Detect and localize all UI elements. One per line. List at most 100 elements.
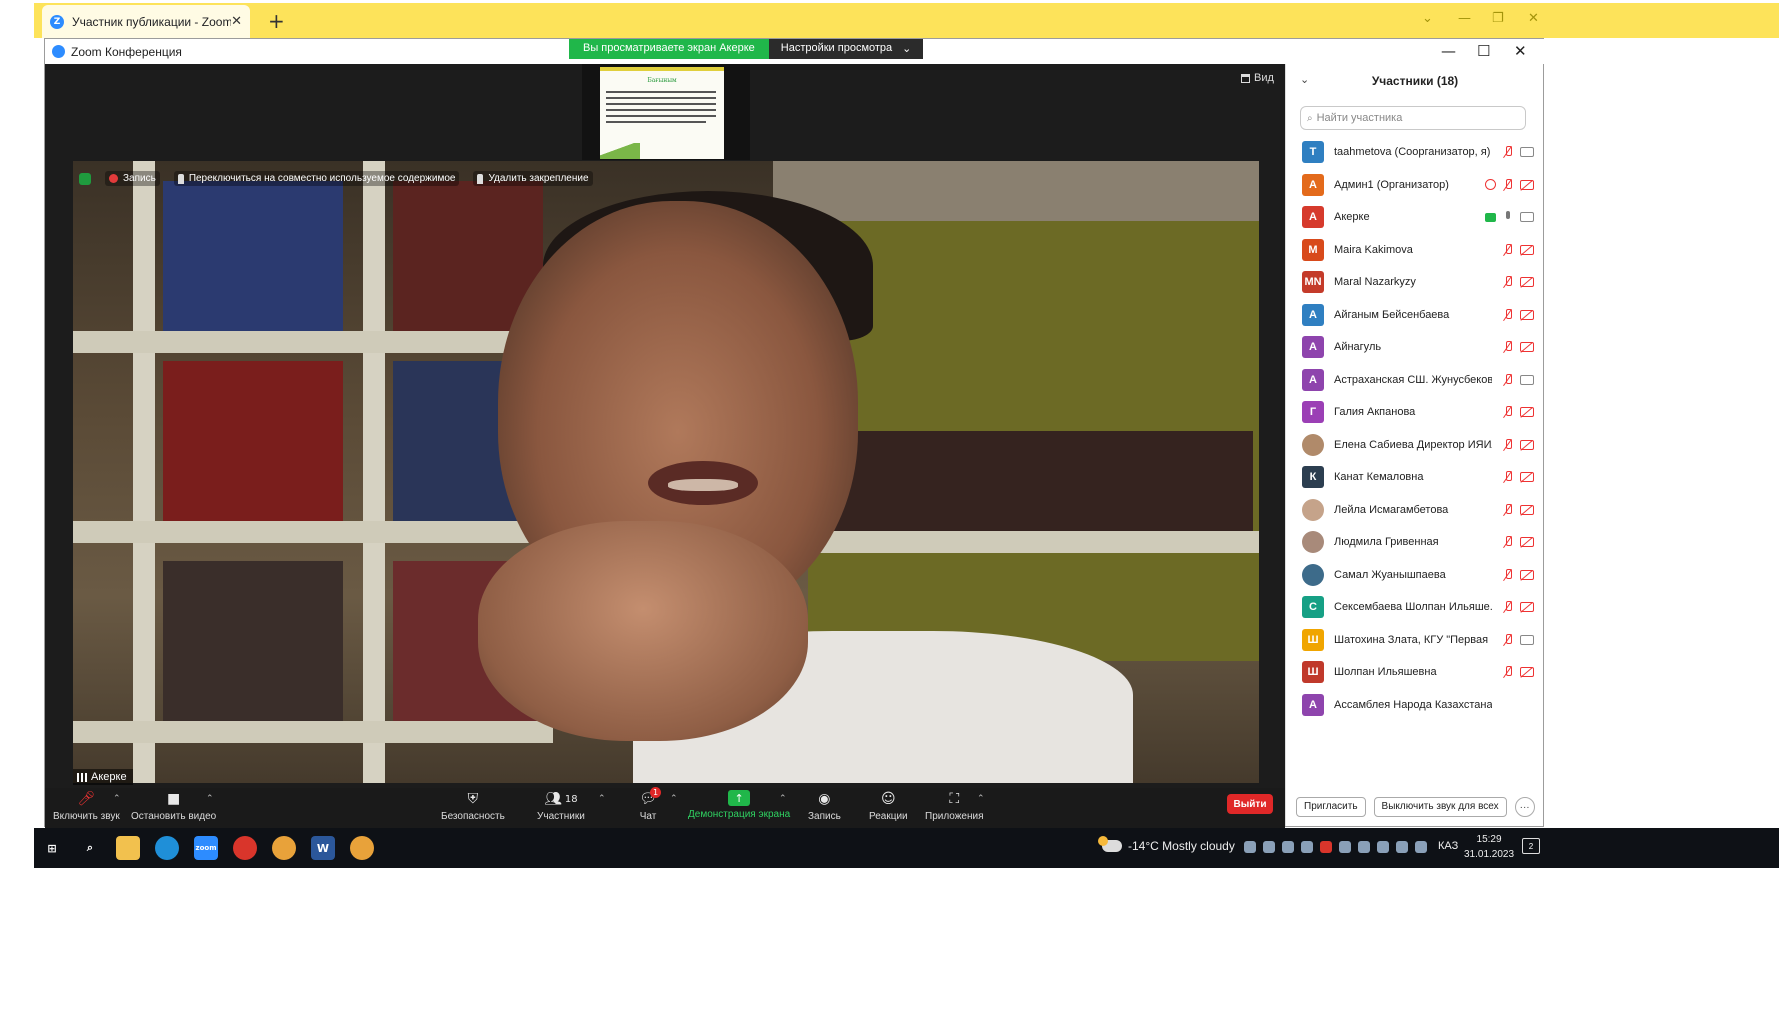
windows-start-icon[interactable]: ⊞ — [40, 836, 64, 860]
participant-row[interactable]: M Maira Kakimova — [1286, 234, 1544, 267]
tab-close-icon[interactable]: ✕ — [231, 14, 242, 29]
video-off-icon[interactable] — [1520, 277, 1534, 288]
file-explorer-icon[interactable] — [116, 836, 140, 860]
participant-row[interactable]: А Айганым Бейсенбаева — [1286, 299, 1544, 332]
tray-icon[interactable] — [1282, 841, 1294, 853]
mic-icon[interactable] — [1502, 211, 1514, 223]
audio-options-caret[interactable]: ⌃ — [113, 794, 121, 804]
mic-muted-icon[interactable] — [1502, 438, 1514, 451]
video-off-icon[interactable] — [1520, 569, 1534, 580]
mic-muted-icon[interactable] — [1502, 406, 1514, 418]
close-button[interactable]: ✕ — [1514, 42, 1527, 60]
participant-row[interactable]: Самал Жуанышпаева — [1286, 559, 1544, 592]
tray-icon[interactable] — [1244, 841, 1256, 853]
chat-button[interactable]: 💬︎ 1 Чат — [637, 787, 661, 822]
mic-muted-icon[interactable] — [1502, 341, 1514, 353]
reactions-button[interactable]: ☺ Реакции — [869, 790, 908, 822]
speaker-video[interactable]: Запись Переключиться на совместно исполь… — [73, 161, 1259, 783]
participant-row[interactable]: А Айнагуль — [1286, 331, 1544, 364]
weather-widget[interactable]: -14°C Mostly cloudy — [1098, 836, 1235, 853]
browser-restore-button[interactable]: ❐ — [1492, 11, 1504, 26]
participant-row[interactable]: А Ассамблея Народа Казахстана — [1286, 689, 1544, 722]
video-off-icon[interactable] — [1520, 342, 1534, 353]
participant-row[interactable]: А Акерке — [1286, 201, 1544, 234]
mic-muted-icon[interactable] — [1502, 308, 1514, 321]
search-icon[interactable]: ⌕ — [78, 836, 102, 860]
video-off-icon[interactable] — [1520, 537, 1534, 548]
share-screen-button[interactable]: ↑ Демонстрация экрана — [688, 790, 790, 820]
chrome-icon[interactable] — [272, 836, 296, 860]
chat-options-caret[interactable]: ⌃ — [670, 794, 678, 804]
mic-muted-icon[interactable] — [1502, 146, 1514, 158]
word-icon[interactable]: W — [311, 836, 335, 860]
video-off-icon[interactable] — [1520, 602, 1534, 613]
apps-button[interactable]: ⛶ Приложения — [925, 790, 984, 822]
tray-icon[interactable] — [1377, 841, 1389, 853]
apps-options-caret[interactable]: ⌃ — [977, 794, 985, 804]
video-off-icon[interactable] — [1520, 244, 1534, 255]
invite-button[interactable]: Пригласить — [1296, 797, 1366, 817]
participants-button[interactable]: 👥︎ 18 Участники — [537, 790, 585, 822]
zoom-app-icon[interactable]: zoom — [194, 836, 218, 860]
mic-muted-icon[interactable] — [1502, 633, 1514, 646]
mic-muted-icon[interactable] — [1502, 276, 1514, 288]
participant-row[interactable]: К Канат Кемаловна — [1286, 461, 1544, 494]
participant-search-input[interactable]: ⌕ Найти участника — [1300, 106, 1526, 130]
recording-indicator[interactable]: Запись — [105, 171, 160, 186]
video-options-caret[interactable]: ⌃ — [206, 794, 214, 804]
participants-options-caret[interactable]: ⌃ — [598, 794, 606, 804]
maximize-button[interactable]: ☐ — [1477, 42, 1490, 60]
participant-row[interactable]: А Админ1 (Организатор) — [1286, 169, 1544, 202]
view-settings-button[interactable]: Настройки просмотра ⌄ — [768, 39, 924, 59]
unmute-button[interactable]: 🎤︎ Включить звук — [53, 790, 120, 822]
mic-muted-icon[interactable] — [1502, 666, 1514, 678]
participant-row[interactable]: С Сексембаева Шолпан Ильяше... — [1286, 591, 1544, 624]
mic-muted-icon[interactable] — [1502, 243, 1514, 256]
encryption-shield-icon[interactable] — [79, 172, 91, 185]
participant-row[interactable]: А Астраханская СШ. Жунусбеков... — [1286, 364, 1544, 397]
chrome-icon-2[interactable] — [350, 836, 374, 860]
video-camera-icon[interactable] — [1520, 374, 1534, 385]
system-clock[interactable]: 15:29 31.01.2023 — [1464, 832, 1514, 862]
video-off-icon[interactable] — [1520, 309, 1534, 320]
tab-search-icon[interactable]: ⌄ — [1422, 11, 1433, 26]
participant-row[interactable]: Ш Шатохина Злата, КГУ "Первая Г... — [1286, 624, 1544, 657]
participant-row[interactable]: MN Maral Nazarkyzy — [1286, 266, 1544, 299]
app-icon[interactable] — [233, 836, 257, 860]
view-layout-button[interactable]: Вид — [1241, 72, 1274, 84]
mic-muted-icon[interactable] — [1502, 471, 1514, 483]
network-icon[interactable] — [1396, 841, 1408, 853]
more-options-button[interactable]: ··· — [1514, 797, 1535, 817]
stop-video-button[interactable]: ■ Остановить видео — [131, 790, 216, 822]
tray-icon[interactable] — [1339, 841, 1351, 853]
video-camera-icon[interactable] — [1520, 212, 1534, 223]
unpin-button[interactable]: Удалить закрепление — [473, 171, 593, 186]
share-options-caret[interactable]: ⌃ — [779, 794, 787, 804]
leave-button[interactable]: Выйти — [1227, 794, 1273, 814]
input-language[interactable]: КАЗ — [1438, 840, 1458, 852]
tray-icon[interactable] — [1263, 841, 1275, 853]
video-off-icon[interactable] — [1520, 472, 1534, 483]
browser-tab[interactable]: Z Участник публикации - Zoom ✕ — [42, 5, 250, 38]
switch-to-shared-content-button[interactable]: Переключиться на совместно используемое … — [173, 171, 460, 186]
participant-row[interactable]: Людмила Гривенная — [1286, 526, 1544, 559]
minimize-button[interactable]: — — [1441, 42, 1456, 60]
participant-row[interactable]: Ttaahmetova (Соорганизатор, я) — [1286, 136, 1544, 169]
video-camera-icon[interactable] — [1520, 147, 1534, 158]
edge-browser-icon[interactable] — [155, 836, 179, 860]
participant-row[interactable]: Лейла Исмагамбетова — [1286, 494, 1544, 527]
mic-muted-icon[interactable] — [1502, 178, 1514, 191]
notification-center-icon[interactable]: 2 — [1522, 838, 1540, 854]
video-off-icon[interactable] — [1520, 667, 1534, 678]
mic-muted-icon[interactable] — [1502, 373, 1514, 386]
video-off-icon[interactable] — [1520, 407, 1534, 418]
video-off-icon[interactable] — [1520, 504, 1534, 515]
video-camera-icon[interactable] — [1520, 634, 1534, 645]
mic-muted-icon[interactable] — [1502, 503, 1514, 516]
mic-muted-icon[interactable] — [1502, 601, 1514, 613]
video-off-icon[interactable] — [1520, 179, 1534, 190]
tray-icon[interactable] — [1301, 841, 1313, 853]
browser-close-button[interactable]: ✕ — [1528, 11, 1539, 26]
mic-muted-icon[interactable] — [1502, 536, 1514, 548]
mute-all-button[interactable]: Выключить звук для всех — [1373, 797, 1507, 817]
